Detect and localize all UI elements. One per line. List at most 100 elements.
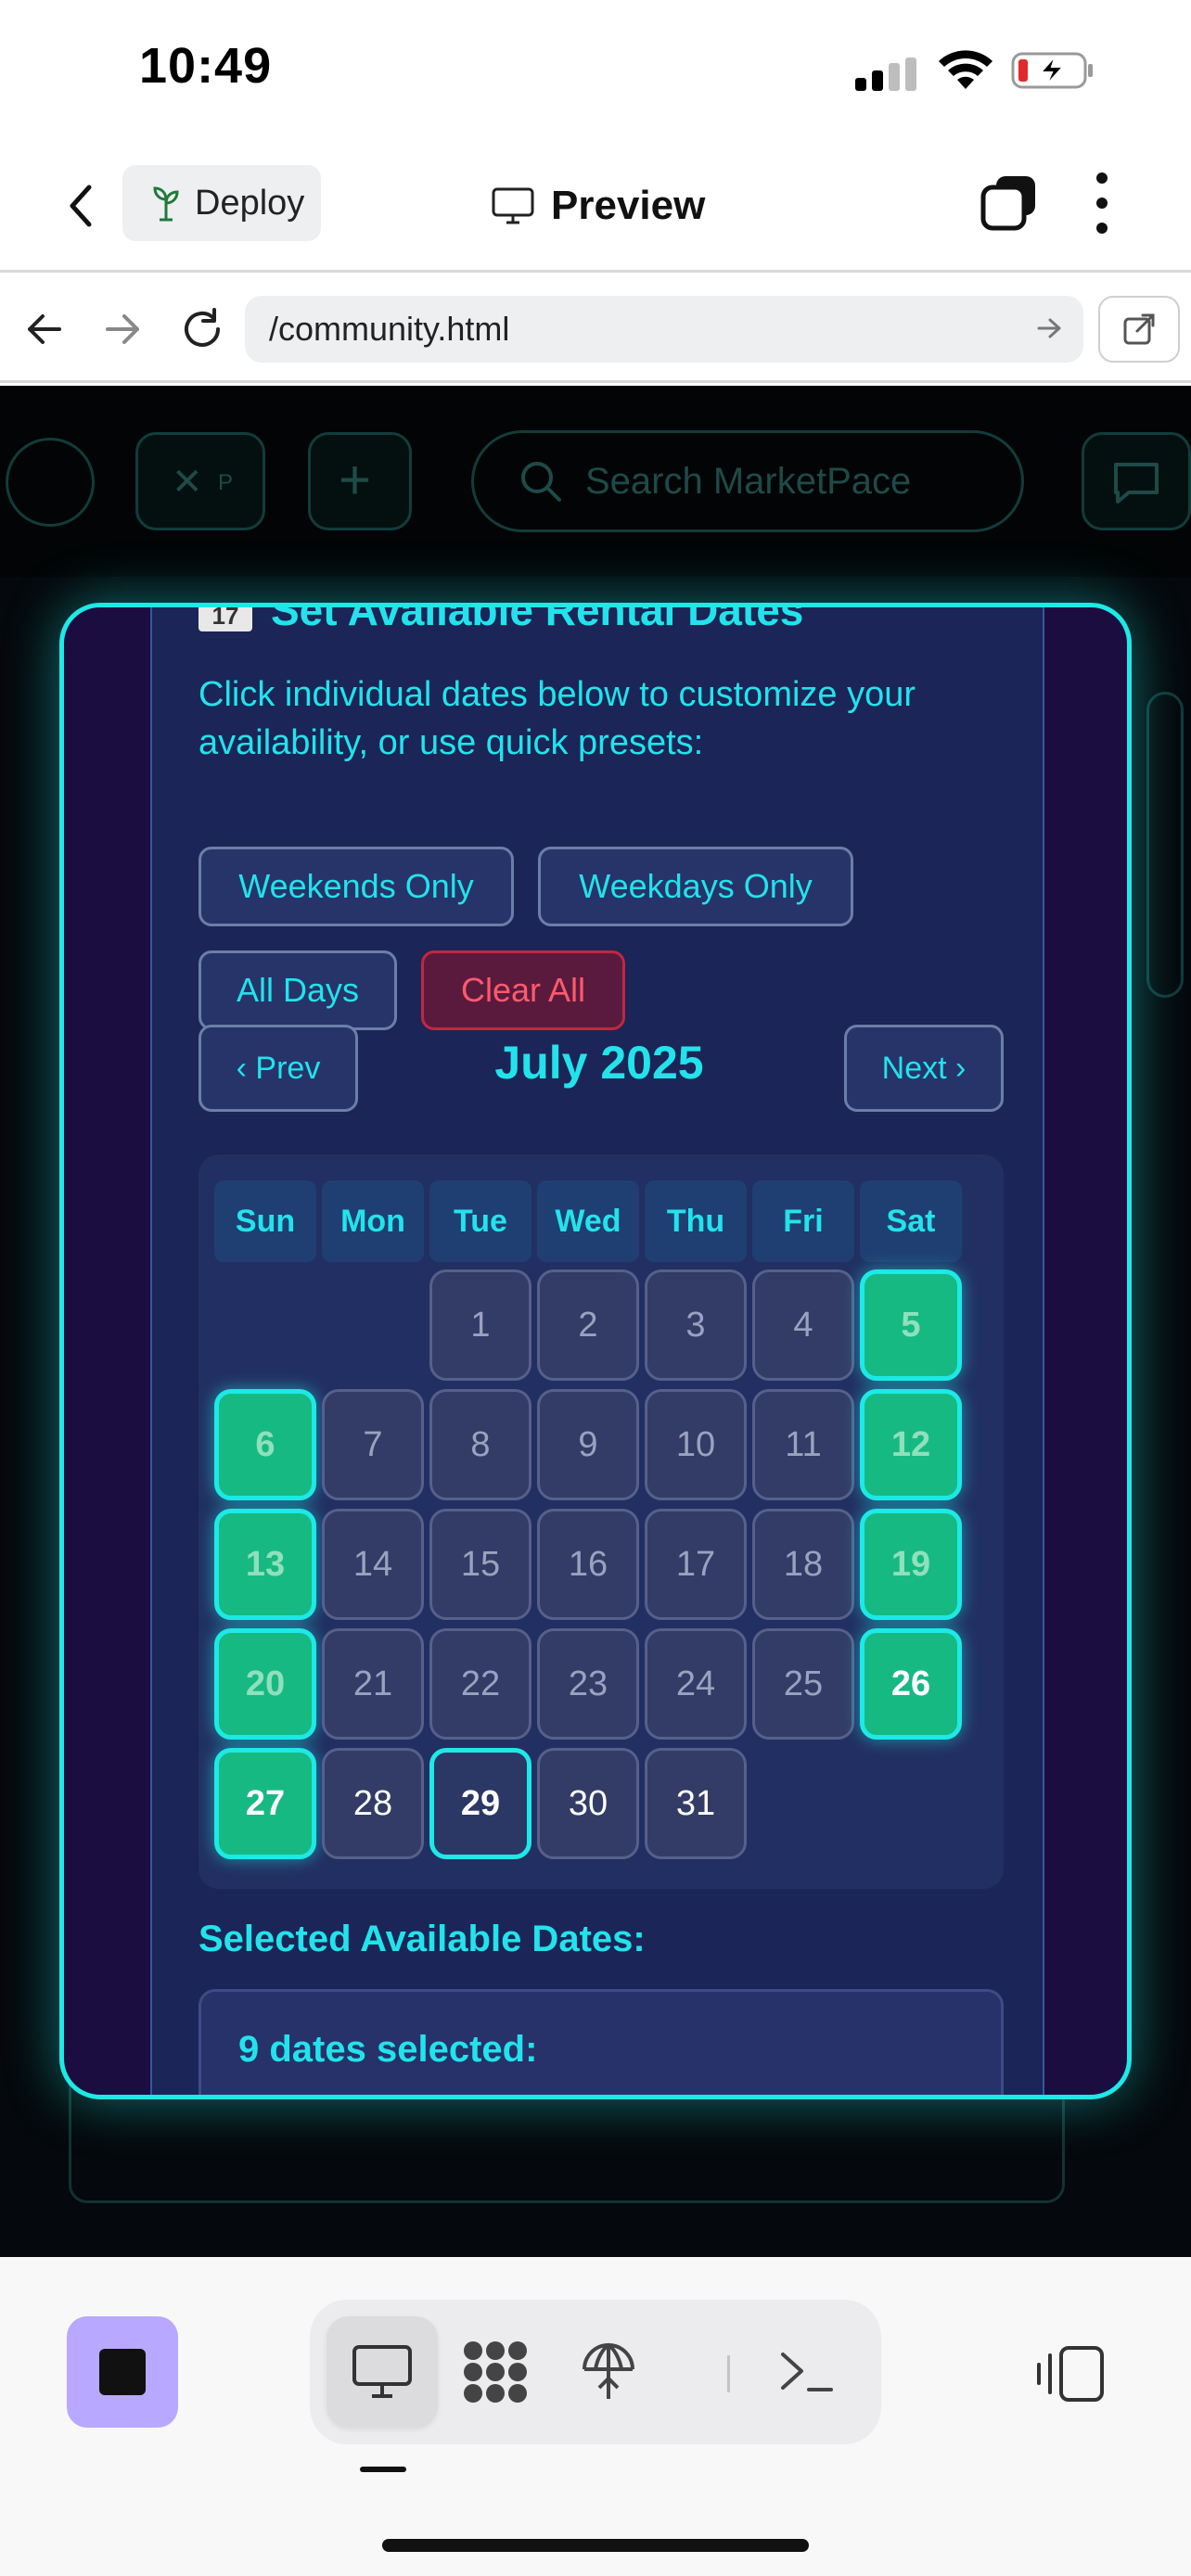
calendar-day[interactable]: 12 [860,1389,962,1500]
calendar-day[interactable]: 31 [645,1748,747,1859]
calendar-day[interactable]: 28 [322,1748,424,1859]
section-title: 17 Set Available Rental Dates [198,603,804,635]
tool-terminal[interactable] [751,2316,863,2428]
search-icon [521,462,561,502]
calendar-day[interactable]: 8 [429,1389,531,1500]
back-button[interactable] [58,178,104,234]
calendar-day[interactable]: 15 [429,1509,531,1620]
browser-forward-button[interactable] [96,303,148,355]
site-logo[interactable] [6,438,95,527]
calendar-day[interactable]: 27 [214,1748,316,1859]
calendar-day[interactable]: 3 [645,1269,747,1381]
reload-button[interactable] [176,303,228,355]
site-chat-button[interactable] [1082,432,1191,530]
status-bar: 10:49 [0,0,1191,139]
deploy-button[interactable]: Deploy [122,165,321,241]
calendar-day[interactable]: 18 [752,1509,854,1620]
arrow-right-icon [106,314,139,344]
weekday-header: Thu [645,1180,747,1262]
reload-icon [185,308,220,347]
browser-back-button[interactable] [19,303,70,355]
url-input[interactable]: /community.html [245,296,1083,363]
calendar-day[interactable]: 17 [645,1509,747,1620]
stop-icon [99,2349,146,2395]
calendar-day[interactable]: 20 [214,1628,316,1740]
sprout-icon [153,186,179,222]
chat-icon [1114,463,1159,504]
tool-switcher [310,2300,881,2444]
site-badge-letter: P [218,470,234,495]
site-search-placeholder: Search MarketPace [585,460,912,502]
plus-icon: + [339,449,372,511]
calendar-day[interactable]: 11 [752,1389,854,1500]
calendar-day[interactable]: 5 [860,1269,962,1381]
calendar-day[interactable]: 16 [537,1509,639,1620]
calendar-day[interactable]: 1 [429,1269,531,1381]
calendar-day[interactable]: 9 [537,1389,639,1500]
calendar-day[interactable]: 29 [429,1748,531,1859]
monitor-icon [492,187,534,224]
weekday-header: Sat [860,1180,962,1262]
site-badge[interactable]: P ✕ [135,432,265,530]
all-days-button[interactable]: All Days [198,950,397,1030]
deploy-icon [583,2342,634,2399]
instructions-text: Click individual dates below to customiz… [198,675,916,762]
clear-all-button[interactable]: Clear All [421,950,625,1030]
vertical-dots-icon[interactable] [1091,172,1113,234]
deploy-label: Deploy [195,183,305,223]
url-text: /community.html [269,310,510,348]
open-external-button[interactable] [1098,296,1180,363]
calendar-day[interactable]: 26 [860,1628,962,1740]
site-header: P ✕ + Search MarketPace [0,386,1191,577]
monitor-icon [352,2345,412,2398]
calendar-day[interactable]: 19 [860,1509,962,1620]
calendar-day[interactable]: 6 [214,1389,316,1500]
weekday-header: Fri [752,1180,854,1262]
weekday-header: Mon [322,1180,424,1262]
background-panel-edge [1146,692,1184,998]
site-add-button[interactable]: + [308,432,412,530]
tabs-icon[interactable] [980,172,1039,232]
calendar-day[interactable]: 22 [429,1628,531,1740]
calendar-day[interactable]: 4 [752,1269,854,1381]
external-link-icon [1123,313,1155,345]
selected-dates-box: 9 dates selected: [198,1989,1004,2095]
next-month-button[interactable]: Next › [844,1025,1004,1112]
weekends-only-button[interactable]: Weekends Only [198,847,514,926]
calendar-icon: 17 [198,607,252,631]
rental-dates-modal: 17 Set Available Rental Dates Click indi… [59,603,1132,2099]
weekdays-only-button[interactable]: Weekdays Only [538,847,853,926]
section-title-text: Set Available Rental Dates [271,603,804,634]
calendar-day[interactable]: 23 [537,1628,639,1740]
bottom-toolbar [0,2257,1191,2576]
status-time: 10:49 [139,38,273,94]
calendar-day[interactable]: 24 [645,1628,747,1740]
arrow-right-icon[interactable] [1035,314,1063,342]
tool-deploy[interactable] [553,2316,664,2428]
layout-toggle-icon[interactable] [1033,2342,1108,2407]
calendar-day[interactable]: 25 [752,1628,854,1740]
close-icon: ✕ [172,462,203,503]
tool-preview[interactable] [327,2316,438,2428]
preview-label: Preview [551,183,706,228]
calendar-grid: Sun Mon Tue Wed Thu Fri Sat 1 2 3 4 5 6 7 8 9 10 11 12 13 14… [198,1154,1004,1889]
bento-icon [464,2341,527,2403]
stop-button[interactable] [67,2316,178,2428]
calendar-day[interactable]: 13 [214,1509,316,1620]
calendar-day[interactable]: 2 [537,1269,639,1381]
calendar-day[interactable]: 14 [322,1509,424,1620]
selected-dates-heading: Selected Available Dates: [198,1919,646,1959]
battery-charging-icon [1011,52,1093,89]
tool-apps[interactable] [440,2316,551,2428]
app-bar: Deploy Preview [0,139,1191,273]
home-indicator [382,2539,809,2552]
cellular-signal-icon [855,57,920,91]
calendar-day[interactable]: 21 [322,1628,424,1740]
calendar-day[interactable]: 7 [322,1389,424,1500]
calendar-day[interactable]: 10 [645,1389,747,1500]
calendar-day[interactable]: 30 [537,1748,639,1859]
site-search-input[interactable]: Search MarketPace [471,430,1024,532]
preview-title: Preview [492,176,705,236]
chevron-left-icon [70,185,92,227]
weekday-header: Wed [537,1180,639,1262]
